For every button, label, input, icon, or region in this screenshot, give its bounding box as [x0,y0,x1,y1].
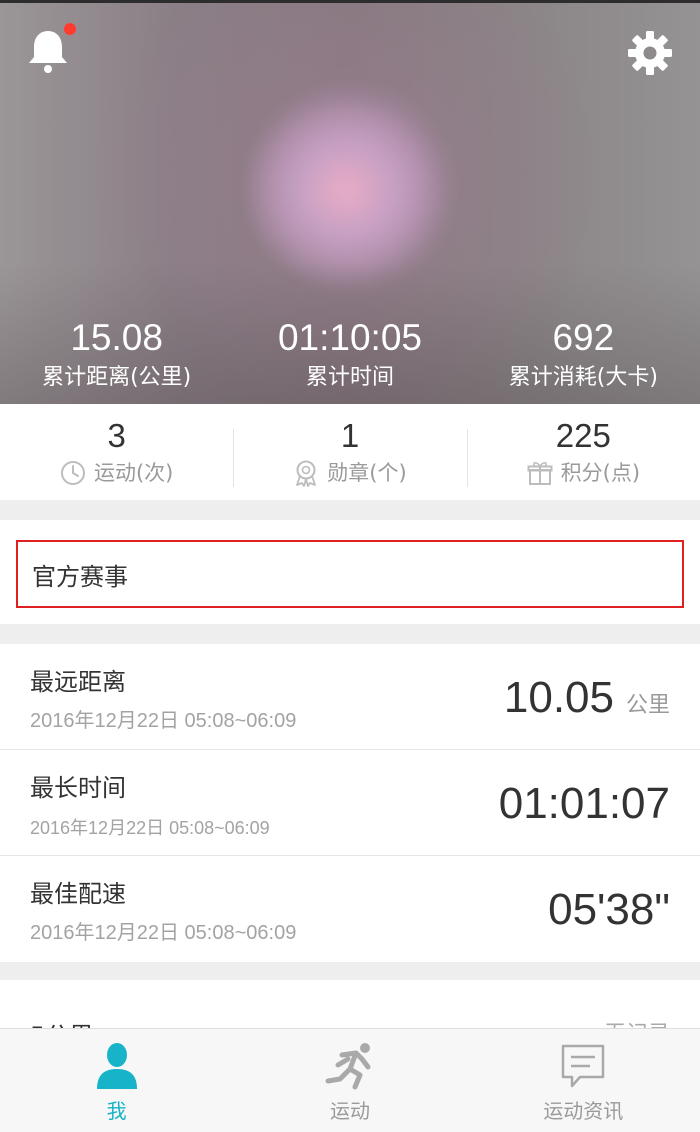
official-events-item[interactable]: 官方赛事 [16,540,684,608]
total-distance: 15.08 累计距离(公里) [0,315,233,393]
points-count[interactable]: 225 积分(点) [466,415,700,489]
user-icon [96,1043,137,1089]
record-title: 最长时间 [30,774,126,802]
stat-label: 积分(点) [560,461,641,485]
record-title: 最远距离 [30,668,126,696]
record-longest-distance[interactable]: 最远距离 2016年12月22日 05:08~06:09 10.05 公里 [0,644,700,750]
record-date: 2016年12月22日 05:08~06:09 [30,922,297,944]
activity-stats: 3 运动(次) 1 勋章(个) 225 积分(点) [0,404,700,500]
record-longest-time[interactable]: 最长时间 2016年12月22日 05:08~06:09 01:01:07 [0,750,700,856]
tab-news[interactable]: 运动资讯 [467,1029,700,1132]
medal-count[interactable]: 1 勋章(个) [233,415,466,489]
record-unit: 公里 [625,693,670,718]
total-calories: 692 累计消耗(大卡) [467,315,700,393]
stat-value: 01:10:05 [277,317,422,358]
stat-value: 15.08 [70,317,163,358]
avatar[interactable] [240,21,450,296]
workout-count[interactable]: 3 运动(次) [0,415,233,489]
stat-label: 累计距离(公里) [42,365,192,390]
clock-icon [60,461,85,485]
tab-label: 运动 [329,1099,370,1123]
tab-label: 运动资讯 [543,1099,624,1123]
personal-records: 最远距离 2016年12月22日 05:08~06:09 10.05 公里 最长… [0,644,700,962]
gift-icon [527,462,553,485]
stat-value: 692 [552,317,615,358]
bottom-tab-bar: 我 运动 运动资讯 [0,1028,700,1132]
record-best-pace[interactable]: 最佳配速 2016年12月22日 05:08~06:09 05'38" [0,856,700,962]
record-date: 2016年12月22日 05:08~06:09 [30,818,270,838]
tab-label: 我 [106,1099,127,1123]
profile-header: 15.08 累计距离(公里) 01:10:05 累计时间 692 累计消耗(大卡… [0,0,700,407]
notification-dot [64,23,76,35]
official-events-label: 官方赛事 [32,562,128,591]
runner-icon [325,1043,371,1090]
stat-value: 3 [107,417,126,454]
stat-value: 1 [340,417,360,454]
profile-screen: 15.08 累计距离(公里) 01:10:05 累计时间 692 累计消耗(大卡… [0,0,700,1132]
record-value: 01:01:07 [498,779,670,828]
stat-label: 累计消耗(大卡) [508,365,658,390]
tab-me[interactable]: 我 [0,1029,233,1132]
total-time: 01:10:05 累计时间 [233,315,466,393]
stat-label: 勋章(个) [327,461,407,485]
gear-icon[interactable] [626,29,674,77]
stat-value: 225 [555,417,611,454]
stat-label: 累计时间 [305,365,394,390]
record-value: 10.05 公里 [504,672,670,732]
medal-icon [296,460,317,487]
bell-icon[interactable] [26,27,70,75]
record-date: 2016年12月22日 05:08~06:09 [30,710,297,732]
stat-label: 运动(次) [93,461,174,485]
official-events-section: 官方赛事 [0,520,700,624]
record-title: 最佳配速 [30,880,126,908]
message-icon [562,1044,605,1088]
record-value: 05'38" [548,885,670,934]
summary-stats: 15.08 累计距离(公里) 01:10:05 累计时间 692 累计消耗(大卡… [0,315,700,393]
tab-sport[interactable]: 运动 [233,1029,466,1132]
